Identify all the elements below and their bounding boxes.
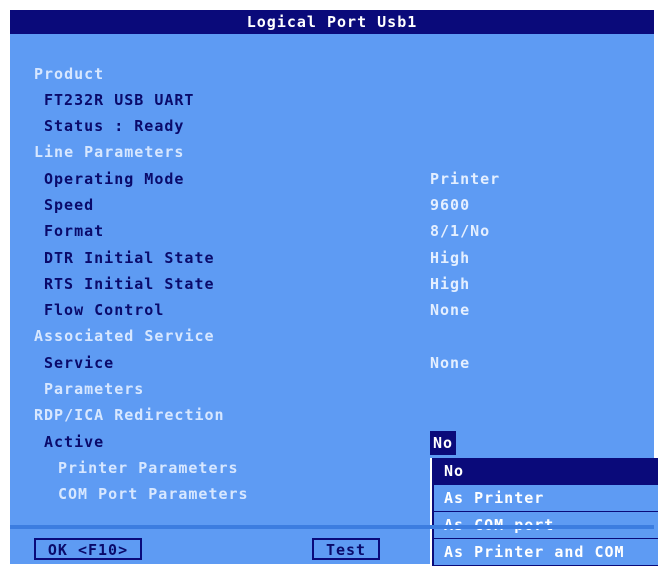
ok-button[interactable]: OK <F10>	[34, 538, 142, 560]
test-button[interactable]: Test	[312, 538, 380, 560]
dialog-title: Logical Port Usb1	[10, 10, 654, 34]
format-value[interactable]: 8/1/No	[430, 220, 490, 242]
logical-port-dialog: Logical Port Usb1 Product FT232R USB UAR…	[8, 8, 658, 566]
service-label: Service	[44, 354, 115, 372]
section-associated-service: Associated Service	[34, 327, 215, 345]
active-dropdown-menu: No As Printer As COM port As Printer and…	[430, 458, 658, 566]
speed-value[interactable]: 9600	[430, 194, 470, 216]
rts-initial-state-label: RTS Initial State	[44, 275, 215, 293]
printer-parameters-link[interactable]: Printer Parameters	[58, 457, 239, 479]
product-status: Status : Ready	[44, 117, 185, 135]
active-select[interactable]: No	[430, 431, 457, 455]
section-line-parameters: Line Parameters	[34, 143, 185, 161]
com-port-parameters-link[interactable]: COM Port Parameters	[58, 483, 249, 505]
flow-control-label: Flow Control	[44, 301, 165, 319]
service-value[interactable]: None	[430, 352, 470, 374]
dropdown-option-as-printer[interactable]: As Printer	[434, 485, 658, 511]
button-bar-divider	[10, 525, 654, 529]
speed-label: Speed	[44, 196, 95, 214]
active-label: Active	[44, 433, 105, 451]
section-rdp-ica-redirection: RDP/ICA Redirection	[34, 406, 225, 424]
dropdown-option-no[interactable]: No	[434, 458, 658, 484]
dtr-initial-state-value[interactable]: High	[430, 247, 470, 269]
format-label: Format	[44, 222, 105, 240]
operating-mode-value[interactable]: Printer	[430, 168, 500, 190]
operating-mode-label: Operating Mode	[44, 170, 185, 188]
rts-initial-state-value[interactable]: High	[430, 273, 470, 295]
dtr-initial-state-label: DTR Initial State	[44, 249, 215, 267]
product-name: FT232R USB UART	[44, 91, 195, 109]
flow-control-value[interactable]: None	[430, 299, 470, 321]
section-product: Product	[34, 65, 105, 83]
dropdown-option-as-printer-and-com[interactable]: As Printer and COM	[434, 539, 658, 565]
service-parameters-link[interactable]: Parameters	[44, 378, 144, 400]
